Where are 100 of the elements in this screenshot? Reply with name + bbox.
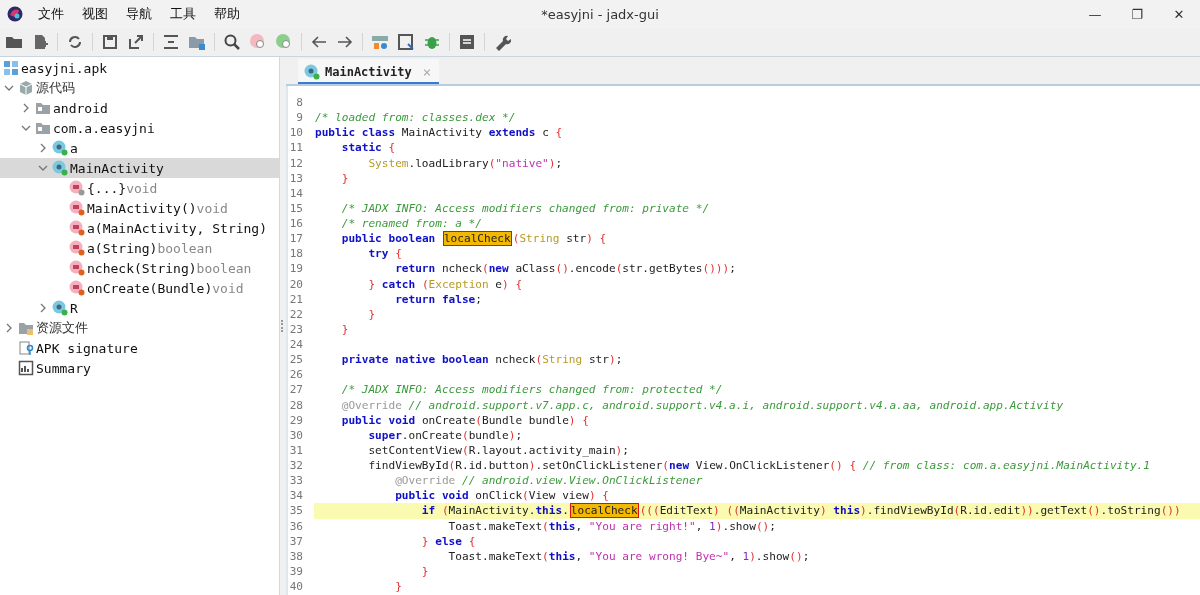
close-button[interactable]: ✕ [1158, 0, 1200, 28]
chevron-right-icon[interactable] [38, 303, 48, 313]
code-line: } [394, 579, 402, 595]
save-icon[interactable] [101, 33, 119, 51]
line-number: 37 [288, 533, 303, 549]
method-icon [69, 240, 85, 256]
code-line: } [340, 321, 349, 337]
tree-item[interactable]: Summary [36, 360, 91, 376]
app-logo-icon [7, 6, 23, 22]
code-line: return ncheck(new aClass().encode(str.getBytes())); [394, 261, 736, 277]
chevron-right-icon[interactable] [4, 323, 14, 333]
folder-icon [35, 100, 51, 116]
line-number: 12 [288, 155, 303, 171]
chevron-down-icon[interactable] [4, 83, 14, 93]
line-number: 17 [288, 231, 303, 247]
line-number: 27 [288, 382, 303, 398]
line-number: 31 [288, 442, 303, 458]
line-number: 38 [288, 548, 303, 564]
minimize-button[interactable]: — [1074, 0, 1116, 28]
tree-item[interactable]: ncheck(String)boolean [87, 260, 252, 276]
class-icon [52, 300, 68, 316]
code-line: findViewById(R.id.button).setOnClickListener(new View.OnClickListener() { // from class: com.a.easyjni.MainActivity.1 [367, 458, 1150, 474]
line-number: 20 [288, 276, 303, 292]
tree-item[interactable]: a(String)boolean [87, 240, 213, 256]
tree-item[interactable]: a(MainActivity, String) [87, 220, 267, 236]
tree-item[interactable]: onCreate(Bundle)void [87, 280, 244, 296]
refresh-icon[interactable] [66, 33, 84, 51]
tree-item[interactable]: 源代码 [36, 79, 75, 97]
line-number: 18 [288, 246, 303, 262]
line-number: 19 [288, 261, 303, 277]
code-line: /* renamed from: a */ [340, 216, 482, 232]
chevron-right-icon[interactable] [38, 143, 48, 153]
code-line: } [420, 563, 429, 579]
tree-item[interactable]: 资源文件 [36, 319, 88, 337]
collapse-icon[interactable] [162, 33, 180, 51]
code-line: public class MainActivity extends c { [315, 125, 563, 141]
tree-item[interactable]: android [53, 100, 108, 116]
frame-icon[interactable] [397, 33, 415, 51]
code-line: try { [367, 246, 402, 262]
certificate-icon [18, 340, 34, 356]
line-number: 33 [288, 473, 303, 489]
code-line: } [367, 306, 376, 322]
code-line: @Override // android.view.View.OnClickListener [394, 473, 703, 489]
menu-item[interactable]: 导航 [117, 5, 161, 23]
line-number: 8 [295, 95, 303, 111]
menu-item[interactable]: 视图 [73, 5, 117, 23]
code-line: System.loadLibrary("native"); [367, 155, 563, 171]
cube-icon [18, 80, 34, 96]
line-number: 40 [288, 579, 303, 595]
window-title: *easyjni - jadx-gui [541, 6, 659, 22]
line-number: 22 [288, 306, 303, 322]
line-number: 16 [288, 216, 303, 232]
log-icon[interactable] [458, 33, 476, 51]
search-icon[interactable] [223, 33, 241, 51]
line-number: 23 [288, 321, 303, 337]
editor-tab[interactable]: MainActivity × [298, 59, 440, 84]
tree-item[interactable]: a [70, 140, 78, 156]
chevron-right-icon[interactable] [21, 103, 31, 113]
code-line: /* JADX INFO: Access modifiers changed from: private */ [340, 200, 710, 216]
menu-item[interactable]: 文件 [29, 5, 73, 23]
folder-icon [18, 320, 34, 336]
line-number: 10 [288, 125, 303, 141]
chevron-down-icon[interactable] [21, 123, 31, 133]
line-number: 26 [288, 367, 303, 383]
method-icon [69, 280, 85, 296]
code-line: Toast.makeText(this, "You are wrong! Bye~", 1).show(); [447, 548, 810, 564]
code-line: setContentView(R.layout.activity_main); [367, 442, 629, 458]
line-number: 36 [288, 518, 303, 534]
menu-item[interactable]: 帮助 [205, 5, 249, 23]
line-number: 25 [288, 352, 303, 368]
code-line: private native boolean ncheck(String str); [340, 352, 623, 368]
tree-item[interactable]: easyjni.apk [21, 60, 108, 76]
code-line: /* JADX INFO: Access modifiers changed from: protected */ [340, 382, 723, 398]
line-number: 39 [288, 563, 303, 579]
line-number: 28 [288, 397, 303, 413]
tree-item[interactable]: com.a.easyjni [53, 120, 155, 136]
method-icon [69, 260, 85, 276]
export-icon[interactable] [127, 33, 145, 51]
maximize-button[interactable]: ❐ [1116, 0, 1158, 28]
tree-item[interactable]: APK signature [36, 340, 138, 356]
folder-icon [35, 120, 51, 136]
chart-icon [18, 360, 34, 376]
code-line: static { [340, 140, 396, 156]
apk-grid-icon [3, 60, 19, 76]
tree-item[interactable]: {...}void [87, 180, 158, 196]
code-line: if (MainActivity.this. localCheck (((EditText) ((MainActivity) this).findViewById(R.id.edit)).getText().toString()) [420, 503, 1181, 519]
code-line: public void onCreate(Bundle bundle) { [340, 412, 589, 428]
tree-item[interactable]: MainActivity()void [87, 200, 228, 216]
code-line: super.onCreate(bundle); [367, 427, 523, 443]
tree-item[interactable]: R [70, 300, 78, 316]
line-number: 13 [288, 170, 303, 186]
line-number: 30 [288, 427, 303, 443]
chevron-down-icon[interactable] [38, 163, 48, 173]
line-number: 9 [295, 110, 303, 126]
menu-item[interactable]: 工具 [161, 5, 205, 23]
code-line: return false; [394, 291, 482, 307]
code-line: public void onClick(View view) { [394, 488, 609, 504]
code-line: /* loaded from: classes.dex */ [315, 110, 516, 126]
code-line: Toast.makeText(this, "You are right!", 1).show(); [447, 518, 776, 534]
method-icon [69, 200, 85, 216]
